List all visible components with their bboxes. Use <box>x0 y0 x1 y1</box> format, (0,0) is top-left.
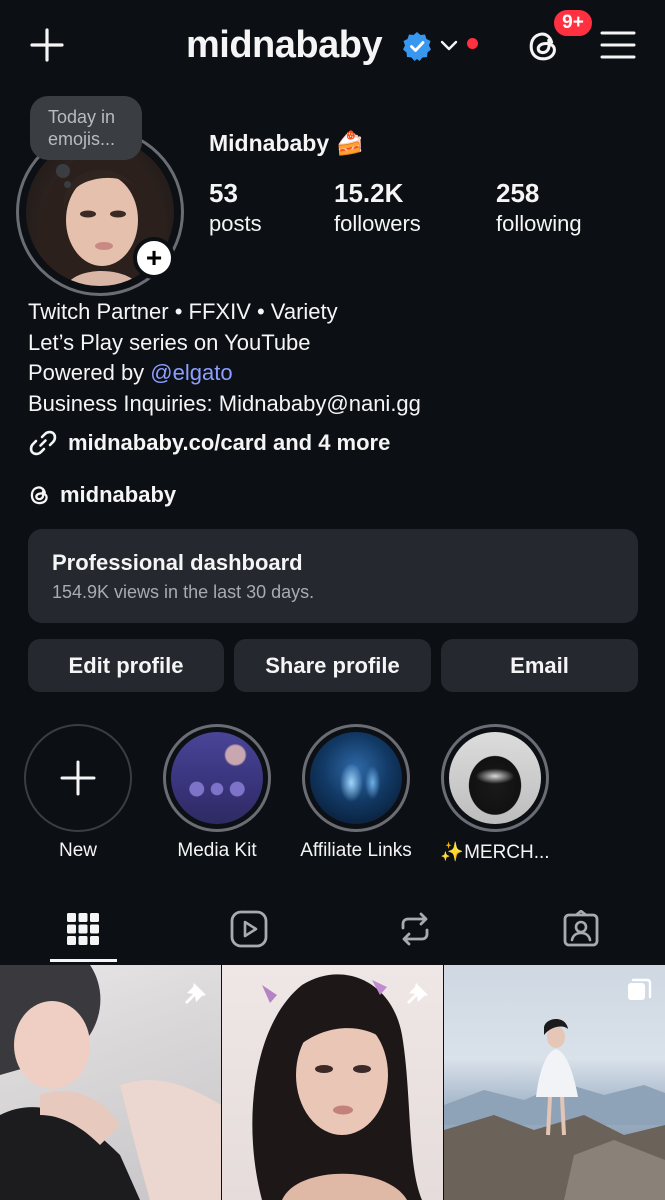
post-tile[interactable] <box>222 965 443 1200</box>
stat-followers[interactable]: 15.2K followers <box>334 178 421 237</box>
profile-note[interactable]: Today in emojis... <box>30 96 142 160</box>
edit-profile-button[interactable]: Edit profile <box>28 639 224 692</box>
stat-following[interactable]: 258 following <box>496 178 582 237</box>
new-highlight-ring[interactable] <box>24 724 132 832</box>
tab-tagged[interactable] <box>548 896 614 962</box>
pin-icon <box>185 980 206 1004</box>
pin-icon <box>407 980 428 1004</box>
stat-posts-count: 53 <box>209 178 238 208</box>
post-tile[interactable] <box>444 965 665 1200</box>
active-tab-indicator <box>50 959 117 962</box>
top-bar: midnababy 9+ <box>0 0 665 92</box>
highlight-affiliate-links[interactable]: Affiliate Links <box>300 724 412 861</box>
menu-icon[interactable] <box>598 26 638 64</box>
bio-links-text: midnababy.co/card and 4 more <box>68 430 391 455</box>
highlight-ring[interactable] <box>163 724 271 832</box>
bio-line: Twitch Partner • FFXIV • Variety <box>28 299 338 324</box>
stat-posts-label: posts <box>209 211 262 236</box>
unread-dot <box>467 38 478 49</box>
reposts-icon <box>401 912 429 946</box>
threads-small-icon <box>30 486 48 505</box>
mention-link[interactable]: @elgato <box>150 360 232 385</box>
stat-followers-label: followers <box>334 211 421 236</box>
highlight-label: Media Kit <box>177 840 257 861</box>
email-button[interactable]: Email <box>441 639 638 692</box>
professional-dashboard[interactable]: Professional dashboard 154.9K views in t… <box>28 529 638 623</box>
stat-posts[interactable]: 53 posts <box>209 178 262 237</box>
note-bubble-tail <box>56 164 70 178</box>
stat-followers-count: 15.2K <box>334 178 404 208</box>
affiliate-links-thumbnail <box>310 732 402 824</box>
bio-links[interactable]: midnababy.co/card and 4 more <box>28 427 390 459</box>
notification-badge: 9+ <box>552 8 594 38</box>
tab-reels[interactable] <box>216 896 282 962</box>
stat-following-count: 258 <box>496 178 540 208</box>
highlight-label: New <box>58 840 98 861</box>
merch-thumbnail <box>449 732 541 824</box>
highlight-label: ✨MERCH... <box>440 842 550 863</box>
plus-icon <box>60 760 96 796</box>
dashboard-title: Professional dashboard <box>52 550 303 575</box>
highlight-label: Affiliate Links <box>300 840 412 861</box>
verified-badge-icon <box>403 32 431 61</box>
threads-profile-link[interactable]: midnababy <box>28 479 176 511</box>
share-profile-button[interactable]: Share profile <box>234 639 431 692</box>
highlight-ring[interactable] <box>302 724 410 832</box>
bio-powered-line: Powered by @elgato <box>28 358 421 389</box>
bio-business-line: Business Inquiries: Midnababy@nani.gg <box>28 390 421 416</box>
grid-icon <box>67 913 99 945</box>
create-plus-icon[interactable] <box>24 22 70 68</box>
note-bubble-tail-small <box>64 181 71 188</box>
bio-line: Let’s Play series on YouTube <box>28 329 311 355</box>
reels-icon <box>230 910 268 948</box>
add-story-button[interactable]: + <box>133 237 175 279</box>
post-tile[interactable] <box>0 965 221 1200</box>
account-username-switcher[interactable]: midnababy <box>186 24 383 67</box>
highlight-media-kit[interactable]: Media Kit <box>163 724 271 861</box>
highlight-merch[interactable]: ✨MERCH... <box>440 724 550 863</box>
carousel-icon <box>628 978 652 1000</box>
media-kit-thumbnail <box>171 732 263 824</box>
stat-following-label: following <box>496 211 582 236</box>
tab-grid[interactable] <box>50 896 116 962</box>
highlight-ring[interactable] <box>441 724 549 832</box>
threads-handle: midnababy <box>60 482 177 507</box>
highlight-new[interactable]: New <box>24 724 132 861</box>
link-icon <box>29 430 57 456</box>
display-name: Midnababy 🍰 <box>209 130 365 156</box>
tab-reposts[interactable] <box>382 896 448 962</box>
tagged-icon <box>563 910 599 947</box>
dashboard-subtitle: 154.9K views in the last 30 days. <box>52 582 315 602</box>
bio-powered-prefix: Powered by <box>28 360 151 385</box>
bio: Twitch Partner • FFXIV • Variety Let’s P… <box>28 297 421 419</box>
chevron-down-icon[interactable] <box>440 36 458 54</box>
